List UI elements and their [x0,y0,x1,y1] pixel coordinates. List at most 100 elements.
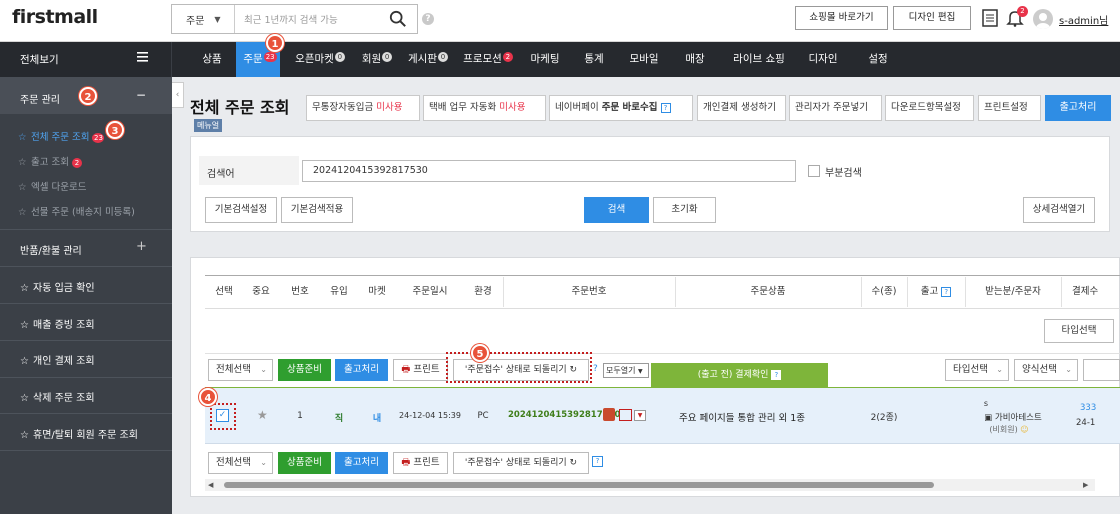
col-important: 중요 [252,286,270,297]
document-icon[interactable] [982,9,998,27]
help-icon[interactable]: ? [592,456,603,467]
open-all-select[interactable]: 모두열기 ▼ [603,363,649,378]
search-icon[interactable] [389,10,407,28]
nav-item-marketing[interactable]: 마케팅 [522,42,568,77]
row-product[interactable]: 주요 페이지들 통합 관리 외 1종 [679,410,805,424]
auto-deposit-button[interactable]: 무통장자동입금 미사용 [306,95,420,121]
print-settings-button[interactable]: 프린트설정 [978,95,1041,121]
ship-button[interactable]: 출고처리 [1045,95,1111,121]
star-icon[interactable]: ★ [257,408,268,422]
scroll-left-icon[interactable]: ◀ [208,481,213,489]
menu-icon[interactable] [137,52,148,62]
nav-item-members[interactable]: 회원 0 [355,42,399,77]
sidebar-badge: 2 [71,157,82,168]
nav-item-board[interactable]: 게시판 0 [401,42,455,77]
sidebar-section-returns[interactable]: 반품/환불 관리 [20,242,82,257]
sidebar-item-sales-evidence[interactable]: ☆ 매출 증빙 조회 [20,316,95,331]
type-select-button[interactable]: 타입선택 [1044,319,1114,343]
help-icon[interactable]: ? [593,364,598,374]
search-button[interactable]: 검색 [584,197,649,223]
step-marker-5: 5 [471,344,489,362]
expand-icon[interactable]: + [136,239,147,254]
search-input[interactable]: 최근 1년까지 검색 가능 [244,12,338,26]
nav-item-mobile[interactable]: 모바일 [623,42,665,77]
excel-button[interactable] [1083,359,1120,381]
sidebar-item-auto-deposit[interactable]: ☆ 자동 입금 확인 [20,279,95,294]
sidebar-item-all-orders[interactable]: ☆ 전체 주문 조회 23 [18,129,105,143]
nav-item-products[interactable]: 상품 [193,42,231,77]
select-all-dropdown-bottom[interactable]: 전체선택 ⌄ [208,452,273,474]
nav-item-settings[interactable]: 설정 [858,42,898,77]
sidebar-item-dormant-orders[interactable]: ☆ 휴면/탈퇴 회원 주문 조회 [20,426,138,441]
row-inflow: 직 [334,414,344,424]
shop-shortcut-button[interactable]: 쇼핑몰 바로가기 [795,6,888,30]
col-divider [861,277,862,307]
advanced-search-button[interactable]: 상세검색열기 [1023,197,1095,223]
search-scope-select[interactable]: 주문 ▼ [172,5,235,33]
pre-ship-payment-tab[interactable]: (출고 전) 결제확인 ? [651,363,828,387]
admin-order-button[interactable]: 관리자가 주문넣기 [789,95,882,121]
basic-search-apply-button[interactable]: 기본검색적용 [281,197,353,223]
avatar[interactable] [1033,9,1053,29]
user-name-link[interactable]: s-admin님 [1059,12,1108,27]
status-text: 미사용 [499,102,526,113]
sidebar-item-personal-payment[interactable]: ☆ 개인 결제 조회 [20,352,95,367]
naverpay-collect-button[interactable]: 네이버페이 주문 바로수집 ? [549,95,693,121]
reset-button[interactable]: 초기화 [653,197,716,223]
chevron-down-icon[interactable]: ▼ [634,410,646,421]
help-icon[interactable]: ? [422,13,434,25]
prepare-product-button[interactable]: 상품준비 [278,359,331,381]
actionbar-divider [205,353,1120,354]
style-select-dropdown[interactable]: 양식선택 ⌄ [1014,359,1078,381]
search-scope-label: 주문 [186,15,205,27]
prepare-product-button-bottom[interactable]: 상품준비 [278,452,331,474]
scroll-right-icon[interactable]: ▶ [1083,481,1088,489]
row-payment-amount[interactable]: 333 [1080,403,1096,413]
design-edit-button[interactable]: 디자인 편집 [893,6,971,30]
scrollbar-thumb[interactable] [224,482,934,488]
type-select-dropdown[interactable]: 타입선택 ⌄ [945,359,1009,381]
firstmall-logo[interactable]: firstmall [12,6,98,28]
nav-item-stats[interactable]: 통계 [576,42,612,77]
sidebar-item-label: 삭제 주문 조회 [33,393,95,404]
collapse-icon[interactable]: − [136,88,146,102]
print-button-bottom[interactable]: 🖶 프린트 [393,452,448,474]
nav-item-openmarket[interactable]: 오픈마켓 0 [288,42,352,77]
nav-label: 모바일 [629,53,659,65]
print-button[interactable]: 🖶 프린트 [393,359,448,381]
global-search: 주문 ▼ 최근 1년까지 검색 가능 [171,4,418,34]
help-icon[interactable]: ? [941,286,952,297]
popup-icon[interactable] [619,409,632,421]
receipt-icon[interactable] [603,408,615,421]
nav-item-promotion[interactable]: 프로모션 2 [457,42,519,77]
select-all-dropdown[interactable]: 전체선택 ⌄ [208,359,273,381]
nav-item-live-shopping[interactable]: 라이브 쇼핑 [725,42,793,77]
row-environment: PC [477,411,489,421]
sidebar-item-deleted-orders[interactable]: ☆ 삭제 주문 조회 [20,389,95,404]
dropdown-label: 타입선택 [953,364,988,375]
revert-to-received-button-bottom[interactable]: '주문접수' 상태로 되돌리기 ↻ [453,452,589,474]
nav-label: 통계 [584,53,604,65]
basic-search-settings-button[interactable]: 기본검색설정 [205,197,277,223]
nav-item-store[interactable]: 매장 [677,42,713,77]
partial-search-checkbox[interactable] [808,165,820,177]
nav-item-design[interactable]: 디자인 [803,42,843,77]
sidebar-item-gift-orders[interactable]: ☆ 선물 주문 (배송지 미등록) [18,204,135,218]
order-search-field[interactable]: 2024120415392817530 [302,160,796,182]
personal-payment-button[interactable]: 개인결제 생성하기 [697,95,786,121]
star-icon: ☆ [20,320,29,331]
col-recipient: 받는분/주문자 [985,286,1041,297]
user-icon [1036,13,1050,29]
ship-process-button-bottom[interactable]: 출고처리 [335,452,388,474]
help-icon: ? [660,102,671,113]
download-settings-button[interactable]: 다운로드항목설정 [885,95,974,121]
courier-automation-button[interactable]: 택배 업무 자동화 미사용 [423,95,546,121]
sidebar-item-excel-download[interactable]: ☆ 엑셀 다운로드 [18,179,86,193]
chevron-down-icon: ⌄ [260,458,267,467]
sidebar-toggle[interactable]: ‹ [172,82,184,108]
col-shipping: 출고 ? [907,277,965,307]
row-quantity: 2(2종) [870,413,898,423]
manual-tag[interactable]: 메뉴얼 [194,119,223,132]
ship-process-button[interactable]: 출고처리 [335,359,388,381]
sidebar-item-shipments[interactable]: ☆ 출고 조회 2 [18,154,82,168]
